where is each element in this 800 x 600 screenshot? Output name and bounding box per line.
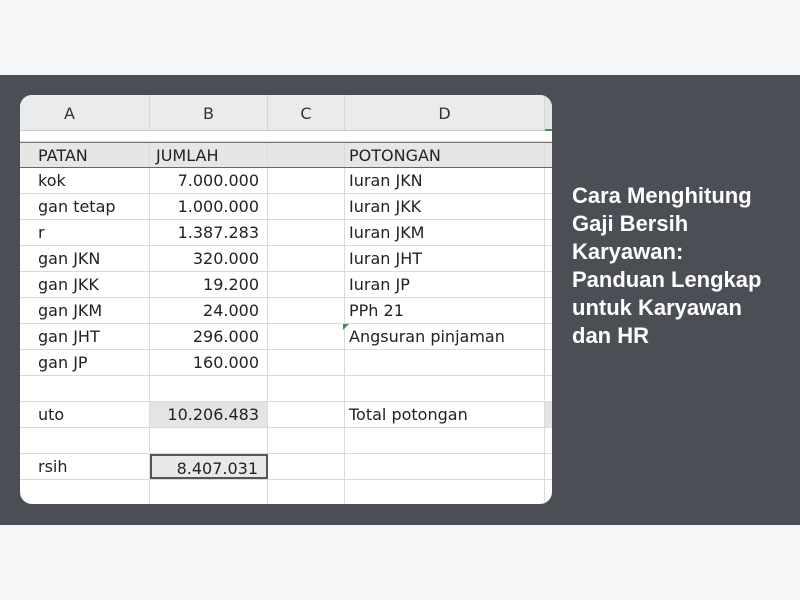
cell-b[interactable] [150,480,268,504]
cell-c[interactable] [268,220,345,245]
column-header-b[interactable]: B [150,95,268,131]
cell-c[interactable] [268,428,345,453]
cell-a[interactable]: r [20,220,150,245]
cell-c[interactable] [268,272,345,297]
cell-b[interactable]: 160.000 [150,350,268,375]
cell-d[interactable] [345,480,545,504]
cell-a[interactable] [20,376,150,401]
table-row: gan JKN 320.000 Iuran JHT [20,246,552,272]
cell-c[interactable] [268,168,345,193]
table-row: gan JHT 296.000 Angsuran pinjaman [20,324,552,350]
gaji-bruto-label[interactable]: uto [20,402,150,427]
table-row-empty [20,428,552,454]
cell-b[interactable]: 1.387.283 [150,220,268,245]
total-potongan-value[interactable] [545,402,552,427]
cell-d[interactable] [345,350,545,375]
table-row-empty [20,480,552,504]
cell-b[interactable]: 24.000 [150,298,268,323]
cell-c[interactable] [268,246,345,271]
cell-c[interactable] [268,298,345,323]
cell-a[interactable] [20,428,150,453]
cell-d[interactable] [345,454,545,479]
table-row: gan JKM 24.000 PPh 21 [20,298,552,324]
table-header-row: PATAN JUMLAH POTONGAN JU [20,142,552,168]
cell-b[interactable]: 7.000.000 [150,168,268,193]
cell-b[interactable]: 1.000.000 [150,194,268,219]
header-jumlah[interactable]: JUMLAH [150,143,268,167]
column-header-a[interactable]: A [20,95,150,131]
cell-b[interactable]: 19.200 [150,272,268,297]
gaji-bruto-value[interactable]: 10.206.483 [150,402,268,427]
cell-c[interactable] [268,454,345,479]
cell-b[interactable] [150,376,268,401]
article-title: Cara Menghitung Gaji Bersih Karyawan: Pa… [572,183,762,348]
table-row-empty [20,376,552,402]
header-empty-c[interactable] [268,143,345,167]
table-row: gan JKK 19.200 Iuran JP [20,272,552,298]
table-row: gan JP 160.000 [20,350,552,376]
header-jumlah-e[interactable]: JU [545,143,552,167]
cell-b[interactable]: 296.000 [150,324,268,349]
cell-c[interactable] [268,480,345,504]
cell-d[interactable]: Angsuran pinjaman [345,324,545,349]
cell-a[interactable]: gan JHT [20,324,150,349]
totals-row: uto 10.206.483 Total potongan [20,402,552,428]
column-header-d[interactable]: D [345,95,545,131]
cell-a[interactable]: kok [20,168,150,193]
cell-d[interactable]: Iuran JKK [345,194,545,219]
cell-c[interactable] [268,324,345,349]
cell-c[interactable] [268,402,345,427]
cell-d[interactable]: Iuran JKM [345,220,545,245]
cell-b[interactable] [150,428,268,453]
cell-a[interactable]: gan JKN [20,246,150,271]
header-potongan[interactable]: POTONGAN [345,143,545,167]
cell-a[interactable]: gan JKK [20,272,150,297]
cell-a[interactable]: gan tetap [20,194,150,219]
cell-d[interactable]: Iuran JP [345,272,545,297]
table-row: gan tetap 1.000.000 Iuran JKK [20,194,552,220]
gaji-bersih-label[interactable]: rsih [20,454,150,479]
table-row: r 1.387.283 Iuran JKM [20,220,552,246]
cell-a[interactable]: gan JP [20,350,150,375]
spreadsheet-screenshot: A B C D PATAN JUMLAH POTONGAN JU kok 7.0… [20,95,552,504]
table-row: kok 7.000.000 Iuran JKN [20,168,552,194]
cell-c[interactable] [268,376,345,401]
cell-d[interactable]: Iuran JHT [345,246,545,271]
cell-d[interactable]: Iuran JKN [345,168,545,193]
cell-d[interactable] [345,428,545,453]
cell-c[interactable] [268,350,345,375]
column-header-e[interactable] [545,95,552,131]
cell-a[interactable]: gan JKM [20,298,150,323]
table-row-blank [20,131,552,142]
cell-d[interactable]: PPh 21 [345,298,545,323]
cell-b[interactable]: 320.000 [150,246,268,271]
header-pendapatan[interactable]: PATAN [20,143,150,167]
column-header-c[interactable]: C [268,95,345,131]
cell-d[interactable] [345,376,545,401]
gaji-bersih-value[interactable]: 8.407.031 [150,454,268,479]
cell-c[interactable] [268,194,345,219]
cell-a[interactable] [20,480,150,504]
net-salary-row: rsih 8.407.031 [20,454,552,480]
comment-indicator-icon [343,324,349,330]
total-potongan-label[interactable]: Total potongan [345,402,545,427]
